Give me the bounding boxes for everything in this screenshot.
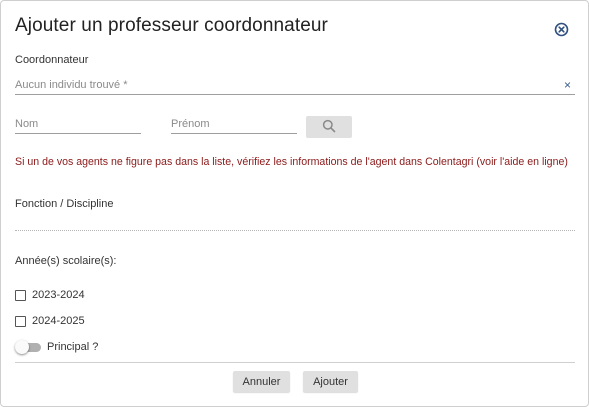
footer-divider <box>15 362 575 363</box>
checkbox-label: 2023-2024 <box>32 289 85 301</box>
dialog-title: Ajouter un professeur coordonnateur <box>15 15 328 36</box>
nom-input[interactable] <box>15 117 141 134</box>
checkbox[interactable] <box>15 315 26 327</box>
search-icon <box>322 119 336 136</box>
search-button[interactable] <box>306 116 352 138</box>
checkbox-label: 2024-2025 <box>32 315 85 327</box>
cancel-button[interactable]: Annuler <box>233 371 290 392</box>
clear-icon[interactable]: × <box>564 78 571 92</box>
annees-label: Année(s) scolaire(s): <box>15 255 117 267</box>
principal-toggle[interactable] <box>15 340 41 354</box>
close-icon[interactable] <box>554 22 569 37</box>
fonction-label: Fonction / Discipline <box>15 198 114 210</box>
principal-toggle-row: Principal ? <box>15 340 98 354</box>
fonction-field[interactable] <box>15 230 575 231</box>
coordonnateur-field: × <box>15 76 575 95</box>
add-button[interactable]: Ajouter <box>303 371 358 392</box>
prenom-input[interactable] <box>171 117 297 134</box>
warning-message: Si un de vos agents ne figure pas dans l… <box>15 156 568 168</box>
annee-option-2024-2025[interactable]: 2024-2025 <box>15 314 85 328</box>
annee-option-2023-2024[interactable]: 2023-2024 <box>15 288 85 302</box>
coordonnateur-label: Coordonnateur <box>15 54 89 66</box>
checkbox[interactable] <box>15 289 26 301</box>
add-coordinator-dialog: Ajouter un professeur coordonnateur Coor… <box>0 0 589 407</box>
coordonnateur-input[interactable] <box>15 76 555 94</box>
principal-label: Principal ? <box>47 341 99 353</box>
